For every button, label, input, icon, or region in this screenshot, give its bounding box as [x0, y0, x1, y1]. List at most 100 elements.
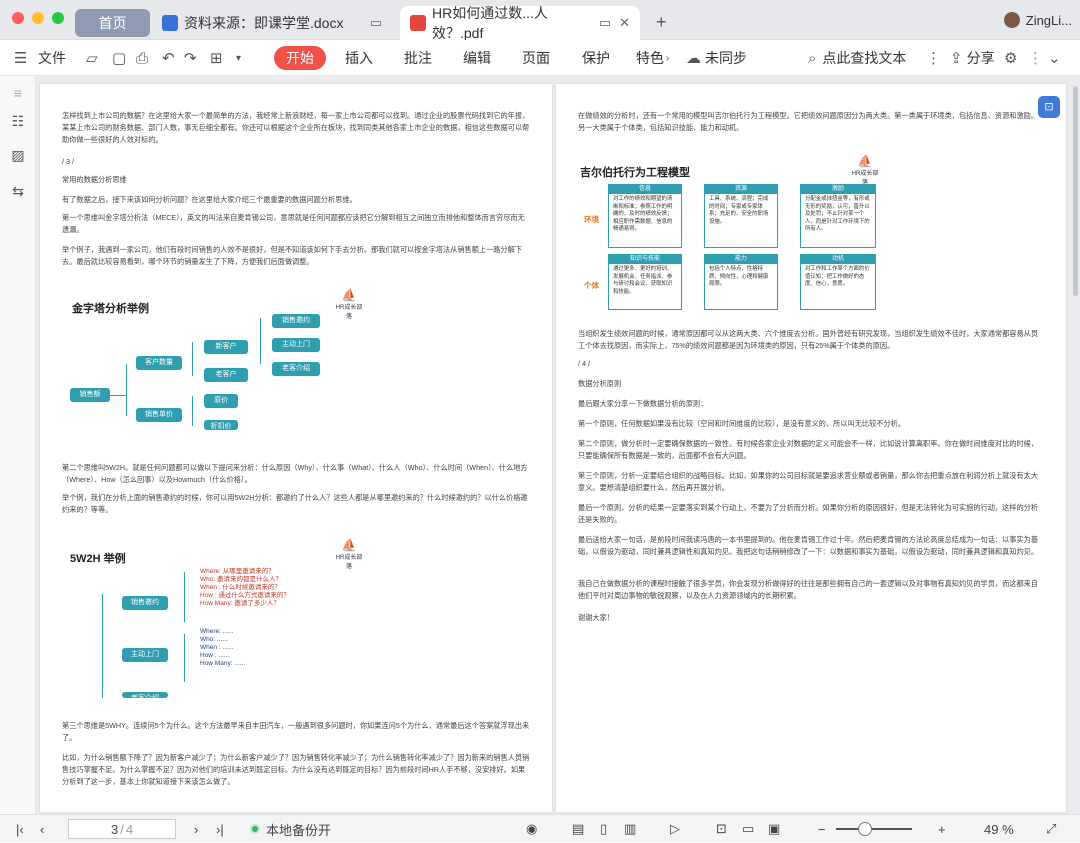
tab-close-icon[interactable]: ✕ [619, 15, 630, 31]
export-icon[interactable]: ⊞ [210, 40, 223, 76]
document-view-icon[interactable]: ▯ [600, 815, 607, 843]
zoom-window-button[interactable] [52, 12, 64, 24]
actual-size-icon[interactable]: ⊡ [716, 815, 727, 843]
connector-line [192, 342, 193, 376]
fit-page-icon[interactable]: ▣ [768, 815, 780, 843]
section-number: / 4 / [578, 359, 590, 368]
document-canvas[interactable]: 怎样找到上市公司的数据？在这里给大家一个最简单的方法，我经常上新浪财经，每一家上… [36, 76, 1080, 814]
paragraph: 我自己在做数据分析的课程时接触了很多学员，你会发现分析做得好的往往是那些拥有自己… [578, 579, 1039, 600]
search-box[interactable]: ⌕ 点此查找文本 [808, 40, 906, 76]
menu-icon[interactable]: ☰ [14, 40, 27, 76]
two-page-view-icon[interactable]: ▥ [624, 815, 636, 843]
model-box: 信息对工作的绩效和期望的清晰和标准；参照工作的明确的、及时的绩效反馈；相应职作需… [608, 184, 682, 248]
vertical-scrollbar[interactable] [1073, 86, 1078, 296]
redo-icon[interactable]: ↷ [184, 40, 197, 76]
model-box: 能力 包括个人特点，性格特质，倾向性，心理和健康局限。 [704, 254, 778, 310]
page-input[interactable]: 3/4 [68, 819, 176, 839]
save-icon[interactable]: ▢ [112, 40, 126, 76]
single-page-view-icon[interactable]: ▤ [572, 815, 584, 843]
model-box-body: 对工作和工作某个方面的价值认知；把工作做好的态度、信心，意愿。 [805, 266, 870, 287]
connector-line [184, 572, 185, 622]
row-label: 个体 [584, 281, 599, 290]
open-folder-icon[interactable]: ▱ [86, 40, 98, 76]
next-page-icon[interactable]: › [194, 815, 198, 843]
pyramid-node: 销售单价 [136, 408, 182, 422]
paragraph: 举个例，我们在分析上面的销售邀约的时候，你可以用5W2H分析：都邀约了什么人？这… [62, 493, 528, 514]
zoom-slider-knob[interactable] [858, 822, 872, 836]
model-box-body: 对工作的绩效和期望的清晰和标准；参照工作的明确的、及时的绩效反馈；相应职作需数据… [613, 196, 673, 232]
question-item: When : ...... [200, 644, 234, 651]
model-box-header: 动机 [801, 255, 875, 264]
close-window-button[interactable] [12, 12, 24, 24]
more-dropdown-icon[interactable]: ▾ [236, 40, 241, 76]
thumbnail-icon[interactable]: ▨ [9, 146, 27, 164]
figure-title: 吉尔伯托行为工程模型 [580, 167, 690, 179]
tab-pdf-label: HR如何通过数...人效？.pdf [432, 5, 548, 41]
connector-line [192, 396, 193, 426]
pyramid-node: 折扣价 [204, 420, 238, 430]
zoom-in-icon[interactable]: + [938, 815, 946, 843]
model-box-body: 通过更多、更好的培训、发展机会、任务指派、参与研讨和会议，获取知识和技能。 [613, 266, 673, 295]
zoom-out-icon[interactable]: − [818, 815, 826, 843]
more-options-icon[interactable]: ⋮ [1028, 40, 1043, 76]
comment-tab[interactable]: 批注 [404, 40, 432, 76]
pyramid-node: 销售额 [70, 388, 110, 402]
model-box-header: 信息 [609, 185, 681, 194]
tab-home-label: 首页 [98, 15, 127, 31]
model-box-body: 分配金或抹扭金等，有形或无形的奖励，认可，晋升以及处罚；不止针对某一个人，而是针… [805, 196, 870, 232]
search-placeholder: 点此查找文本 [822, 50, 907, 66]
main-toolbar: ☰ 文件 ▱ ▢ ⎙ ↶ ↷ ⊞ ▾ 开始 插入 批注 编辑 页面 保护 特色 ›… [0, 40, 1080, 76]
question-item: Where: ...... [200, 628, 234, 635]
page-tab[interactable]: 页面 [522, 40, 550, 76]
pdf-page-3: 怎样找到上市公司的数据？在这里给大家一个最简单的方法，我经常上新浪财经，每一家上… [40, 84, 552, 812]
paragraph: 最后跟大家分享一下做数据分析的原则： [578, 399, 708, 408]
paragraph: 谢谢大家！ [578, 613, 614, 622]
model-box: 资源 工具、系统、流程；完成的时间；专家或专家体系；充足的、安全的职场设施。 [704, 184, 778, 248]
tab-home[interactable]: 首页 [75, 9, 150, 37]
file-menu[interactable]: 文件 [38, 40, 66, 76]
share-button[interactable]: ⇪ 分享 [950, 40, 995, 76]
tab-pdf[interactable]: HR如何通过数...人效？.pdf ▭ ✕ [400, 5, 640, 41]
collapse-toolbar-icon[interactable]: ⌄ [1048, 40, 1061, 76]
user-account[interactable]: ZingLi... [1003, 12, 1072, 28]
print-icon[interactable]: ⎙ [136, 40, 148, 76]
start-tab[interactable]: 开始 [274, 40, 326, 76]
sidebar-collapse-icon[interactable]: ≡ [9, 84, 27, 102]
prev-page-icon[interactable]: ‹ [40, 815, 44, 843]
protect-tab[interactable]: 保护 [582, 40, 610, 76]
undo-icon[interactable]: ↶ [162, 40, 175, 76]
settings-icon[interactable]: ⚙ [1004, 40, 1017, 76]
last-page-icon[interactable]: ›| [216, 815, 224, 843]
play-icon[interactable]: ▷ [670, 815, 680, 843]
search-icon: ⌕ [808, 49, 817, 67]
fullscreen-icon[interactable]: ⤢ [1046, 815, 1056, 843]
connector-line [184, 634, 185, 682]
zoom-slider[interactable] [836, 815, 912, 843]
monitor-icon: ▭ [598, 15, 612, 30]
section-number: / 3 / [62, 157, 74, 166]
insert-tab[interactable]: 插入 [345, 40, 373, 76]
share-label: 分享 [966, 50, 995, 66]
more-vertical-icon[interactable]: ⋮ [926, 40, 941, 76]
paragraph: 第二个思维叫5W2H。就是任何问题都可以做以下提问来分析：什么原因（Why）、什… [62, 463, 528, 484]
question-item: How : 通过什么方式邀请来的？ [200, 592, 290, 599]
page-indicator[interactable]: 3/4 [68, 815, 176, 843]
zoom-level[interactable]: 49 % [984, 815, 1014, 843]
first-page-icon[interactable]: |‹ [16, 815, 24, 843]
pdf-page-4: ⊡ 在做绩效的分析时，还有一个常用的模型叫吉尔伯托行为工程模型。它把绩效问题原因… [556, 84, 1066, 812]
fit-width-icon[interactable]: ▭ [742, 815, 754, 843]
model-box: 知识与技能 通过更多、更好的培训、发展机会、任务指派、参与研讨和会议，获取知识和技… [608, 254, 682, 310]
minimize-window-button[interactable] [32, 12, 44, 24]
local-backup-status[interactable]: 本地备份开 [250, 815, 331, 843]
edit-tab[interactable]: 编辑 [463, 40, 491, 76]
outline-icon[interactable]: ☷ [9, 112, 27, 130]
new-tab-button[interactable]: + [656, 4, 667, 40]
backup-status-icon [250, 824, 260, 834]
current-page: 3 [110, 821, 119, 837]
sync-status[interactable]: ☁ 未同步 [686, 40, 747, 76]
special-tab[interactable]: 特色 › [636, 40, 669, 76]
floating-tool-icon[interactable]: ⊡ [1038, 96, 1060, 118]
eye-protection-icon[interactable]: ◉ [526, 815, 537, 843]
translate-icon[interactable]: ⇆ [9, 182, 27, 200]
tab-docx[interactable]: 资料来源：即课学堂.docx ▭ [152, 6, 392, 40]
